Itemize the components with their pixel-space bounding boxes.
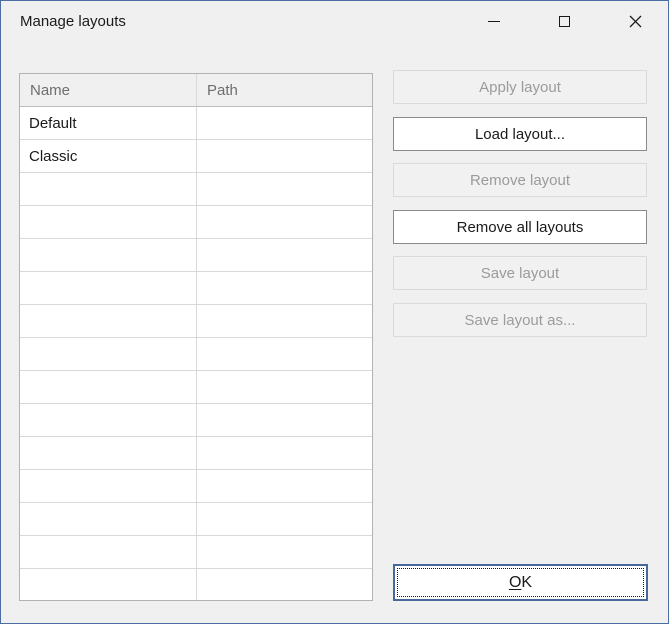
table-row — [20, 305, 372, 338]
close-button[interactable] — [612, 1, 658, 41]
cell-path — [197, 239, 372, 271]
minimize-button[interactable] — [471, 1, 517, 41]
table-row — [20, 338, 372, 371]
layouts-table: Name Path Default Classic — [19, 73, 373, 601]
cell-name — [20, 404, 197, 436]
cell-name — [20, 536, 197, 568]
cell-name — [20, 239, 197, 271]
table-row — [20, 569, 372, 600]
table-row — [20, 206, 372, 239]
cell-path — [197, 536, 372, 568]
maximize-icon — [558, 15, 570, 27]
table-row — [20, 437, 372, 470]
layout-table-rows: Default Classic — [20, 107, 372, 600]
table-header: Name Path — [20, 74, 372, 107]
cell-name — [20, 173, 197, 205]
remove-layout-button: Remove layout — [393, 163, 647, 197]
table-row[interactable]: Classic — [20, 140, 372, 173]
cell-path — [197, 437, 372, 469]
table-row — [20, 536, 372, 569]
cell-path — [197, 338, 372, 370]
save-layout-as-button: Save layout as... — [393, 303, 647, 337]
table-row — [20, 173, 372, 206]
apply-layout-button: Apply layout — [393, 70, 647, 104]
cell-name — [20, 305, 197, 337]
column-header-path[interactable]: Path — [197, 74, 372, 106]
table-row — [20, 470, 372, 503]
cell-path — [197, 503, 372, 535]
window-title: Manage layouts — [20, 13, 126, 30]
ok-label-accesskey: O — [508, 573, 522, 591]
cell-name — [20, 272, 197, 304]
cell-name[interactable]: Classic — [20, 140, 197, 172]
cell-path — [197, 305, 372, 337]
cell-path — [197, 404, 372, 436]
load-layout-button[interactable]: Load layout... — [393, 117, 647, 151]
cell-path — [197, 272, 372, 304]
ok-label-rest: K — [521, 573, 533, 591]
table-row — [20, 239, 372, 272]
table-row[interactable]: Default — [20, 107, 372, 140]
ok-button[interactable]: OK — [393, 564, 648, 601]
cell-path[interactable] — [197, 140, 372, 172]
save-layout-button: Save layout — [393, 256, 647, 290]
cell-path — [197, 569, 372, 600]
titlebar[interactable]: Manage layouts — [1, 1, 668, 41]
cell-path — [197, 470, 372, 502]
cell-path — [197, 173, 372, 205]
cell-name — [20, 503, 197, 535]
cell-path — [197, 206, 372, 238]
cell-name — [20, 569, 197, 600]
close-icon — [629, 15, 642, 28]
cell-name — [20, 371, 197, 403]
cell-name — [20, 437, 197, 469]
cell-name — [20, 206, 197, 238]
table-row — [20, 503, 372, 536]
cell-name — [20, 470, 197, 502]
table-row — [20, 272, 372, 305]
cell-path[interactable] — [197, 107, 372, 139]
cell-path — [197, 371, 372, 403]
cell-name — [20, 338, 197, 370]
cell-name[interactable]: Default — [20, 107, 197, 139]
minimize-icon — [488, 20, 500, 22]
table-row — [20, 404, 372, 437]
remove-all-layouts-button[interactable]: Remove all layouts — [393, 210, 647, 244]
maximize-button[interactable] — [541, 1, 587, 41]
manage-layouts-dialog: Manage layouts Name Path Default Classic… — [0, 0, 669, 624]
column-header-name[interactable]: Name — [20, 74, 197, 106]
table-row — [20, 371, 372, 404]
